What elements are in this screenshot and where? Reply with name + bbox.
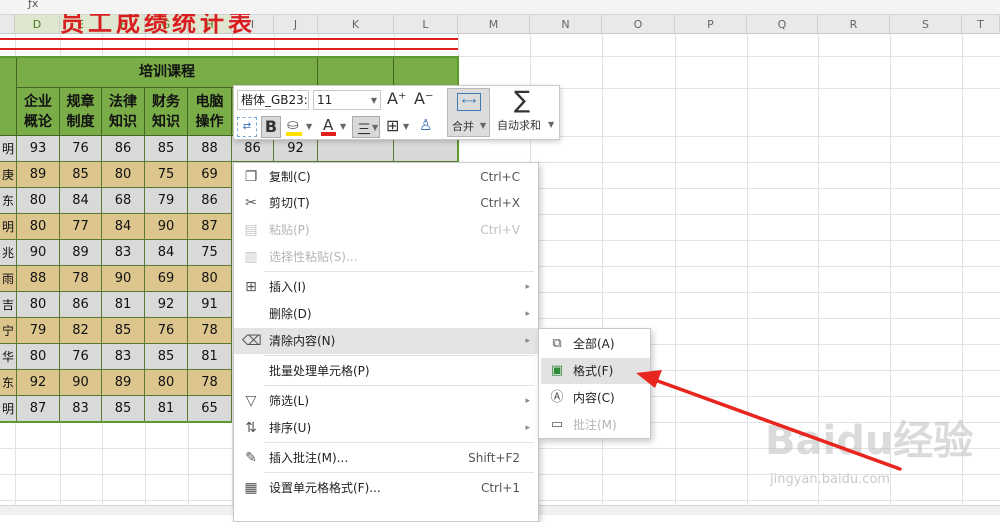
arrow-shaft (653, 378, 902, 471)
annotation-arrow (636, 370, 902, 471)
arrow-head (636, 370, 662, 388)
